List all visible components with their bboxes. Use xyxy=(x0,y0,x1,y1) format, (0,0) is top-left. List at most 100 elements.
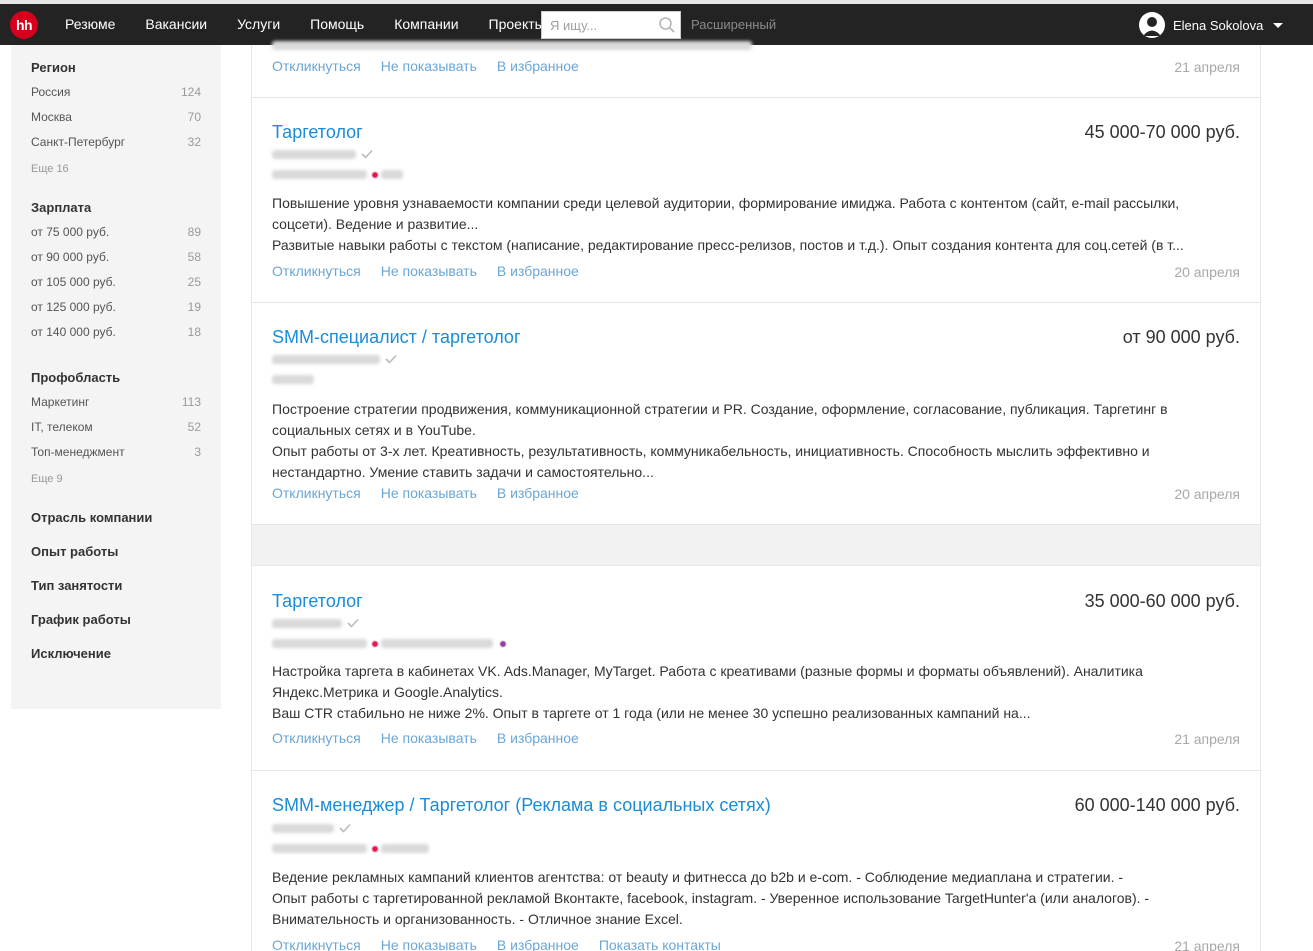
filter-prof-top-management[interactable]: Топ-менеджмент 3 xyxy=(31,445,201,459)
filter-region-more[interactable]: Еще 16 xyxy=(31,163,69,175)
filter-salary-125000[interactable]: от 125 000 руб. 19 xyxy=(31,300,201,314)
hide-link[interactable]: Не показывать xyxy=(381,937,477,951)
vacancy-responsibility: Настройка таргета в кабинетах VK. Ads.Ma… xyxy=(272,663,1143,700)
filter-label: IT, телеком xyxy=(31,420,93,434)
favorite-link[interactable]: В избранное xyxy=(497,485,579,501)
vacancy-actions: Откликнуться Не показывать В избранное xyxy=(272,58,599,74)
location-blurred xyxy=(272,170,367,179)
show-contacts-link[interactable]: Показать контакты xyxy=(599,937,721,951)
top-navigation-bar: hh Резюме Вакансии Услуги Помощь Компани… xyxy=(0,0,1313,45)
filter-count: 113 xyxy=(181,395,201,409)
vacancy-responsibility: Повышение уровня узнаваемости компании с… xyxy=(272,195,1180,232)
filter-prof-it[interactable]: IT, телеком 52 xyxy=(31,420,201,434)
hide-link[interactable]: Не показывать xyxy=(381,485,477,501)
verified-check-icon xyxy=(347,618,359,628)
vacancy-actions: Откликнуться Не показывать В избранное xyxy=(272,730,599,746)
filter-experience[interactable]: Опыт работы xyxy=(31,544,118,559)
user-name: Elena Sokolova xyxy=(1173,17,1264,33)
respond-link[interactable]: Откликнуться xyxy=(272,937,361,951)
location-blurred xyxy=(272,639,367,648)
nav-vacancies[interactable]: Вакансии xyxy=(130,4,222,45)
filter-count: 58 xyxy=(187,250,201,264)
vacancy-card: Откликнуться Не показывать В избранное 2… xyxy=(252,41,1260,98)
metro-blurred xyxy=(381,844,429,853)
vacancy-title[interactable]: SMM-специалист / таргетолог xyxy=(272,327,521,348)
filter-prof-more[interactable]: Еще 9 xyxy=(31,473,63,485)
filter-count: 3 xyxy=(194,445,201,459)
vacancy-responsibility: Построение стратегии продвижения, коммун… xyxy=(272,401,1168,438)
respond-link[interactable]: Откликнуться xyxy=(272,485,361,501)
filter-salary-title: Зарплата xyxy=(31,200,92,215)
verified-check-icon xyxy=(385,354,397,364)
filter-prof-marketing[interactable]: Маркетинг 113 xyxy=(31,395,201,409)
hide-link[interactable]: Не показывать xyxy=(381,58,477,74)
filter-exclusion[interactable]: Исключение xyxy=(31,646,111,661)
vacancy-requirement: Ваш CTR стабильно не ниже 2%. Опыт в тар… xyxy=(272,705,1031,721)
filters-sidebar: Регион Россия 124 Москва 70 Санкт-Петерб… xyxy=(11,45,221,709)
filter-label: Топ-менеджмент xyxy=(31,445,125,459)
favorite-link[interactable]: В избранное xyxy=(497,730,579,746)
search-input[interactable] xyxy=(542,12,654,38)
vacancy-requirement: Развитые навыки работы с текстом (написа… xyxy=(272,237,1184,253)
hh-logo[interactable]: hh xyxy=(10,11,38,39)
nav-help[interactable]: Помощь xyxy=(295,4,379,45)
vacancy-actions: Откликнуться Не показывать В избранное xyxy=(272,485,599,501)
metro-blurred xyxy=(381,170,403,179)
chevron-down-icon xyxy=(1273,22,1284,28)
filter-label: от 75 000 руб. xyxy=(31,225,110,239)
vacancy-card: Таргетолог 45 000-70 000 руб. Повышение … xyxy=(252,98,1260,303)
filter-label: от 140 000 руб. xyxy=(31,325,116,339)
filter-region-russia[interactable]: Россия 124 xyxy=(31,85,201,99)
vacancy-actions: Откликнуться Не показывать В избранное xyxy=(272,263,599,279)
vacancy-actions: Откликнуться Не показывать В избранное П… xyxy=(272,937,741,951)
favorite-link[interactable]: В избранное xyxy=(497,937,579,951)
respond-link[interactable]: Откликнуться xyxy=(272,730,361,746)
avatar xyxy=(1139,12,1165,38)
filter-count: 89 xyxy=(187,225,201,239)
metro-dot-icon xyxy=(500,641,506,647)
filter-region-moscow[interactable]: Москва 70 xyxy=(31,110,201,124)
filter-employment-type[interactable]: Тип занятости xyxy=(31,578,122,593)
filter-label: Москва xyxy=(31,110,72,124)
user-menu[interactable]: Elena Sokolova xyxy=(1139,12,1284,38)
vacancy-title[interactable]: Таргетолог xyxy=(272,591,363,612)
vacancy-date: 20 апреля xyxy=(1174,264,1240,280)
filter-count: 124 xyxy=(180,85,201,99)
vacancy-title[interactable]: SMM-менеджер / Таргетолог (Реклама в соц… xyxy=(272,795,771,816)
vacancy-card: SMM-специалист / таргетолог от 90 000 ру… xyxy=(252,303,1260,525)
favorite-link[interactable]: В избранное xyxy=(497,58,579,74)
vacancy-card: SMM-менеджер / Таргетолог (Реклама в соц… xyxy=(252,772,1260,951)
nav-services[interactable]: Услуги xyxy=(222,4,295,45)
filter-count: 32 xyxy=(187,135,201,149)
vacancy-salary: 35 000-60 000 руб. xyxy=(1084,591,1240,611)
filter-region-spb[interactable]: Санкт-Петербург 32 xyxy=(31,135,201,149)
company-name-blurred xyxy=(272,619,342,628)
nav-companies[interactable]: Компании xyxy=(379,4,473,45)
vacancy-requirement: Опыт работы с таргетированной рекламой В… xyxy=(272,890,1150,927)
location-blurred xyxy=(272,844,367,853)
favorite-link[interactable]: В избранное xyxy=(497,263,579,279)
vacancy-date: 21 апреля xyxy=(1174,59,1240,75)
vacancy-title[interactable]: Таргетолог xyxy=(272,122,363,143)
nav-resume[interactable]: Резюме xyxy=(50,4,130,45)
hide-link[interactable]: Не показывать xyxy=(381,730,477,746)
advanced-search-link[interactable]: Расширенный xyxy=(691,4,776,45)
filter-salary-75000[interactable]: от 75 000 руб. 89 xyxy=(31,225,201,239)
filter-label: Маркетинг xyxy=(31,395,90,409)
hide-link[interactable]: Не показывать xyxy=(381,263,477,279)
filter-label: от 105 000 руб. xyxy=(31,275,116,289)
respond-link[interactable]: Откликнуться xyxy=(272,263,361,279)
list-separator xyxy=(252,525,1260,566)
search-icon[interactable] xyxy=(658,16,676,34)
vacancy-date: 20 апреля xyxy=(1174,486,1240,502)
filter-salary-140000[interactable]: от 140 000 руб. 18 xyxy=(31,325,201,339)
filter-salary-105000[interactable]: от 105 000 руб. 25 xyxy=(31,275,201,289)
vacancy-salary: 45 000-70 000 руб. xyxy=(1084,122,1240,142)
respond-link[interactable]: Откликнуться xyxy=(272,58,361,74)
filter-salary-90000[interactable]: от 90 000 руб. 58 xyxy=(31,250,201,264)
filter-schedule[interactable]: График работы xyxy=(31,612,131,627)
filter-region-title: Регион xyxy=(31,60,76,75)
filter-industry[interactable]: Отрасль компании xyxy=(31,510,152,525)
vacancy-responsibility: Ведение рекламных кампаний клиентов аген… xyxy=(272,869,1124,885)
vacancy-requirement: Опыт работы от 3-х лет. Креативность, ре… xyxy=(272,443,1150,480)
